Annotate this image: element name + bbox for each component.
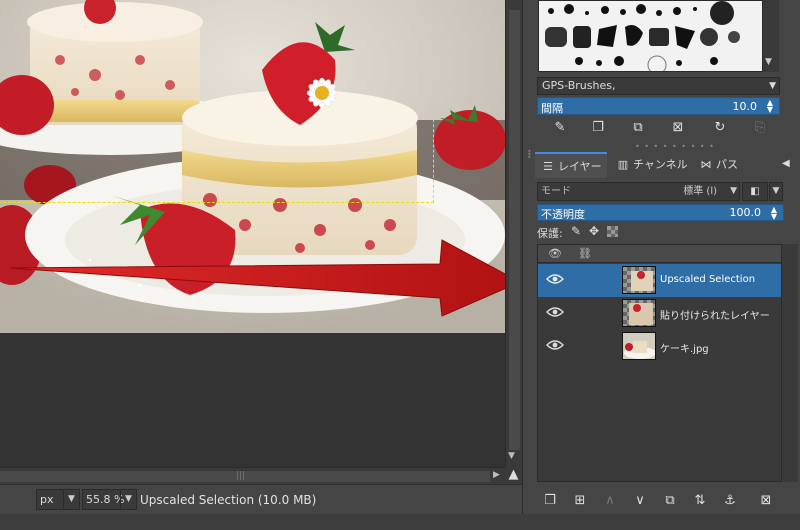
layers-list[interactable]: 👁 ⛓ Upscaled Selection 貼り付けられたレイヤー ケーキ.j… <box>537 244 782 482</box>
layer-mode-row: モード 標準 (l) ▼ ◧ ▼ <box>537 182 784 201</box>
raise-layer-icon[interactable]: ∧ <box>601 493 619 509</box>
edit-brush-icon[interactable]: ✎ <box>551 120 569 136</box>
chevron-down-icon[interactable]: ▼ <box>769 182 783 201</box>
right-dock: ▼ GPS-Brushes, ▼ 間隔 10.0 ▲ ▼ ✎ ❐ ⧉ ⊠ ↻ ⎘ … <box>535 0 800 514</box>
brush-name-value: GPS-Brushes, <box>542 79 616 92</box>
mode-value: 標準 (l) <box>683 186 717 197</box>
layers-icon: ☰ <box>543 160 553 173</box>
zoom-value: 55.8 % <box>86 493 125 506</box>
mode-composite-icon[interactable]: ◧ <box>742 182 768 201</box>
dock-separator[interactable]: • • • <box>522 0 535 514</box>
spacing-label: 間隔 <box>541 102 563 115</box>
chevron-down-icon[interactable]: ▼ <box>63 490 79 509</box>
layer-thumbnail <box>622 332 656 360</box>
layer-mode-select[interactable]: モード 標準 (l) ▼ <box>537 182 740 201</box>
unit-value: px <box>40 493 54 506</box>
scroll-thumb[interactable] <box>509 10 520 450</box>
grip-icon: ||| <box>236 471 246 481</box>
spacing-value[interactable]: 10.0 <box>733 100 758 113</box>
layer-row[interactable]: 貼り付けられたレイヤー <box>538 297 781 330</box>
image-canvas[interactable] <box>0 0 505 467</box>
unit-select[interactable]: px ▼ <box>36 489 80 510</box>
paths-icon: ⋈ <box>700 158 712 171</box>
delete-layer-icon[interactable]: ⊠ <box>757 493 775 509</box>
eye-icon[interactable] <box>546 306 564 318</box>
lock-position-icon[interactable]: ✥ <box>587 224 601 238</box>
tab-channels[interactable]: ▥ チャンネル <box>610 152 692 178</box>
tab-paths-label: パス <box>716 158 738 171</box>
brush-name-select[interactable]: GPS-Brushes, ▼ <box>537 77 780 95</box>
open-as-image-icon[interactable]: ⎘ <box>751 120 769 136</box>
anchor-layer-icon[interactable]: ⚓ <box>721 493 739 509</box>
tab-layers-label: レイヤー <box>558 160 602 173</box>
layer-name[interactable]: 貼り付けられたレイヤー <box>660 307 770 322</box>
layer-name[interactable]: Upscaled Selection <box>660 274 755 285</box>
chevron-down-icon[interactable]: ▼ <box>769 78 776 94</box>
new-brush-icon[interactable]: ❐ <box>589 120 607 136</box>
chevron-down-icon[interactable]: ▼ <box>120 490 136 509</box>
delete-brush-icon[interactable]: ⊠ <box>669 120 687 136</box>
opacity-label: 不透明度 <box>541 208 585 221</box>
layer-row[interactable]: ケーキ.jpg <box>538 330 781 363</box>
layers-header: 👁 ⛓ <box>538 245 781 263</box>
navigate-icon[interactable]: ▲ <box>505 467 522 484</box>
drag-handle-icon[interactable]: • • • <box>527 148 532 162</box>
spacing-slider[interactable]: 間隔 10.0 ▲ ▼ <box>537 97 780 115</box>
tab-paths[interactable]: ⋈ パス <box>693 152 753 178</box>
zoom-select[interactable]: 55.8 % ▼ <box>82 489 137 510</box>
opacity-value[interactable]: 100.0 <box>730 206 762 219</box>
spin-arrows-icon[interactable]: ▲ ▼ <box>763 99 777 114</box>
lock-pixels-icon[interactable]: ✎ <box>569 224 583 238</box>
new-layer-group-icon[interactable]: ⊞ <box>571 493 589 509</box>
new-layer-icon[interactable]: ❐ <box>541 493 559 509</box>
brushes-scrollbar[interactable]: ▼ <box>763 0 779 72</box>
tab-layers[interactable]: ☰ レイヤー <box>535 152 607 178</box>
channels-icon: ▥ <box>617 158 629 171</box>
layer-row[interactable]: Upscaled Selection <box>538 264 781 297</box>
opacity-slider[interactable]: 不透明度 100.0 ▲ ▼ <box>537 204 784 221</box>
layers-scrollbar[interactable] <box>782 244 798 482</box>
status-bar: px ▼ 55.8 % ▼ Upscaled Selection (10.0 M… <box>0 484 522 514</box>
merge-layer-icon[interactable]: ⇅ <box>691 493 709 509</box>
visibility-header-icon: 👁 <box>548 247 562 260</box>
tab-channels-label: チャンネル <box>633 158 688 171</box>
window-bottom-border <box>0 514 800 530</box>
tab-menu-icon[interactable]: ◀ <box>782 158 794 170</box>
chevron-down-icon[interactable]: ▼ <box>730 183 737 200</box>
refresh-icon[interactable]: ↻ <box>711 120 729 136</box>
chain-header-icon: ⛓ <box>578 247 592 260</box>
eye-icon[interactable] <box>546 273 564 285</box>
duplicate-brush-icon[interactable]: ⧉ <box>629 120 647 136</box>
red-arrow-annotation <box>9 239 505 317</box>
scroll-down-arrow-icon[interactable]: ▼ <box>765 57 772 67</box>
status-message: Upscaled Selection (10.0 MB) <box>140 493 317 507</box>
canvas-horizontal-scrollbar[interactable]: ||| ▶ <box>0 467 505 484</box>
lock-row: 保護: ✎ ✥ <box>537 223 784 241</box>
layer-name[interactable]: ケーキ.jpg <box>660 340 709 355</box>
lock-alpha-icon[interactable] <box>607 226 618 237</box>
mode-label: モード <box>541 186 571 197</box>
eye-icon[interactable] <box>546 339 564 351</box>
scroll-down-arrow-icon[interactable]: ▼ <box>508 451 515 461</box>
layer-actions-toolbar: ❐ ⊞ ∧ ∨ ⧉ ⇅ ⚓ ⊠ <box>537 490 782 512</box>
spin-arrows-icon[interactable]: ▲ ▼ <box>767 206 781 221</box>
brush-actions-toolbar: ✎ ❐ ⧉ ⊠ ↻ ⎘ <box>537 117 780 139</box>
lock-label: 保護: <box>537 227 563 240</box>
brushes-grid[interactable] <box>538 0 763 72</box>
canvas-vertical-scrollbar[interactable]: ▼ <box>505 0 522 467</box>
layer-thumbnail <box>622 266 656 294</box>
scroll-right-arrow-icon[interactable]: ▶ <box>493 470 500 480</box>
lower-layer-icon[interactable]: ∨ <box>631 493 649 509</box>
brush-previews <box>545 1 740 71</box>
layer-thumbnail <box>622 299 656 327</box>
duplicate-layer-icon[interactable]: ⧉ <box>661 493 679 509</box>
dock-tabs: ☰ レイヤー ▥ チャンネル ⋈ パス ◀ <box>535 150 800 178</box>
